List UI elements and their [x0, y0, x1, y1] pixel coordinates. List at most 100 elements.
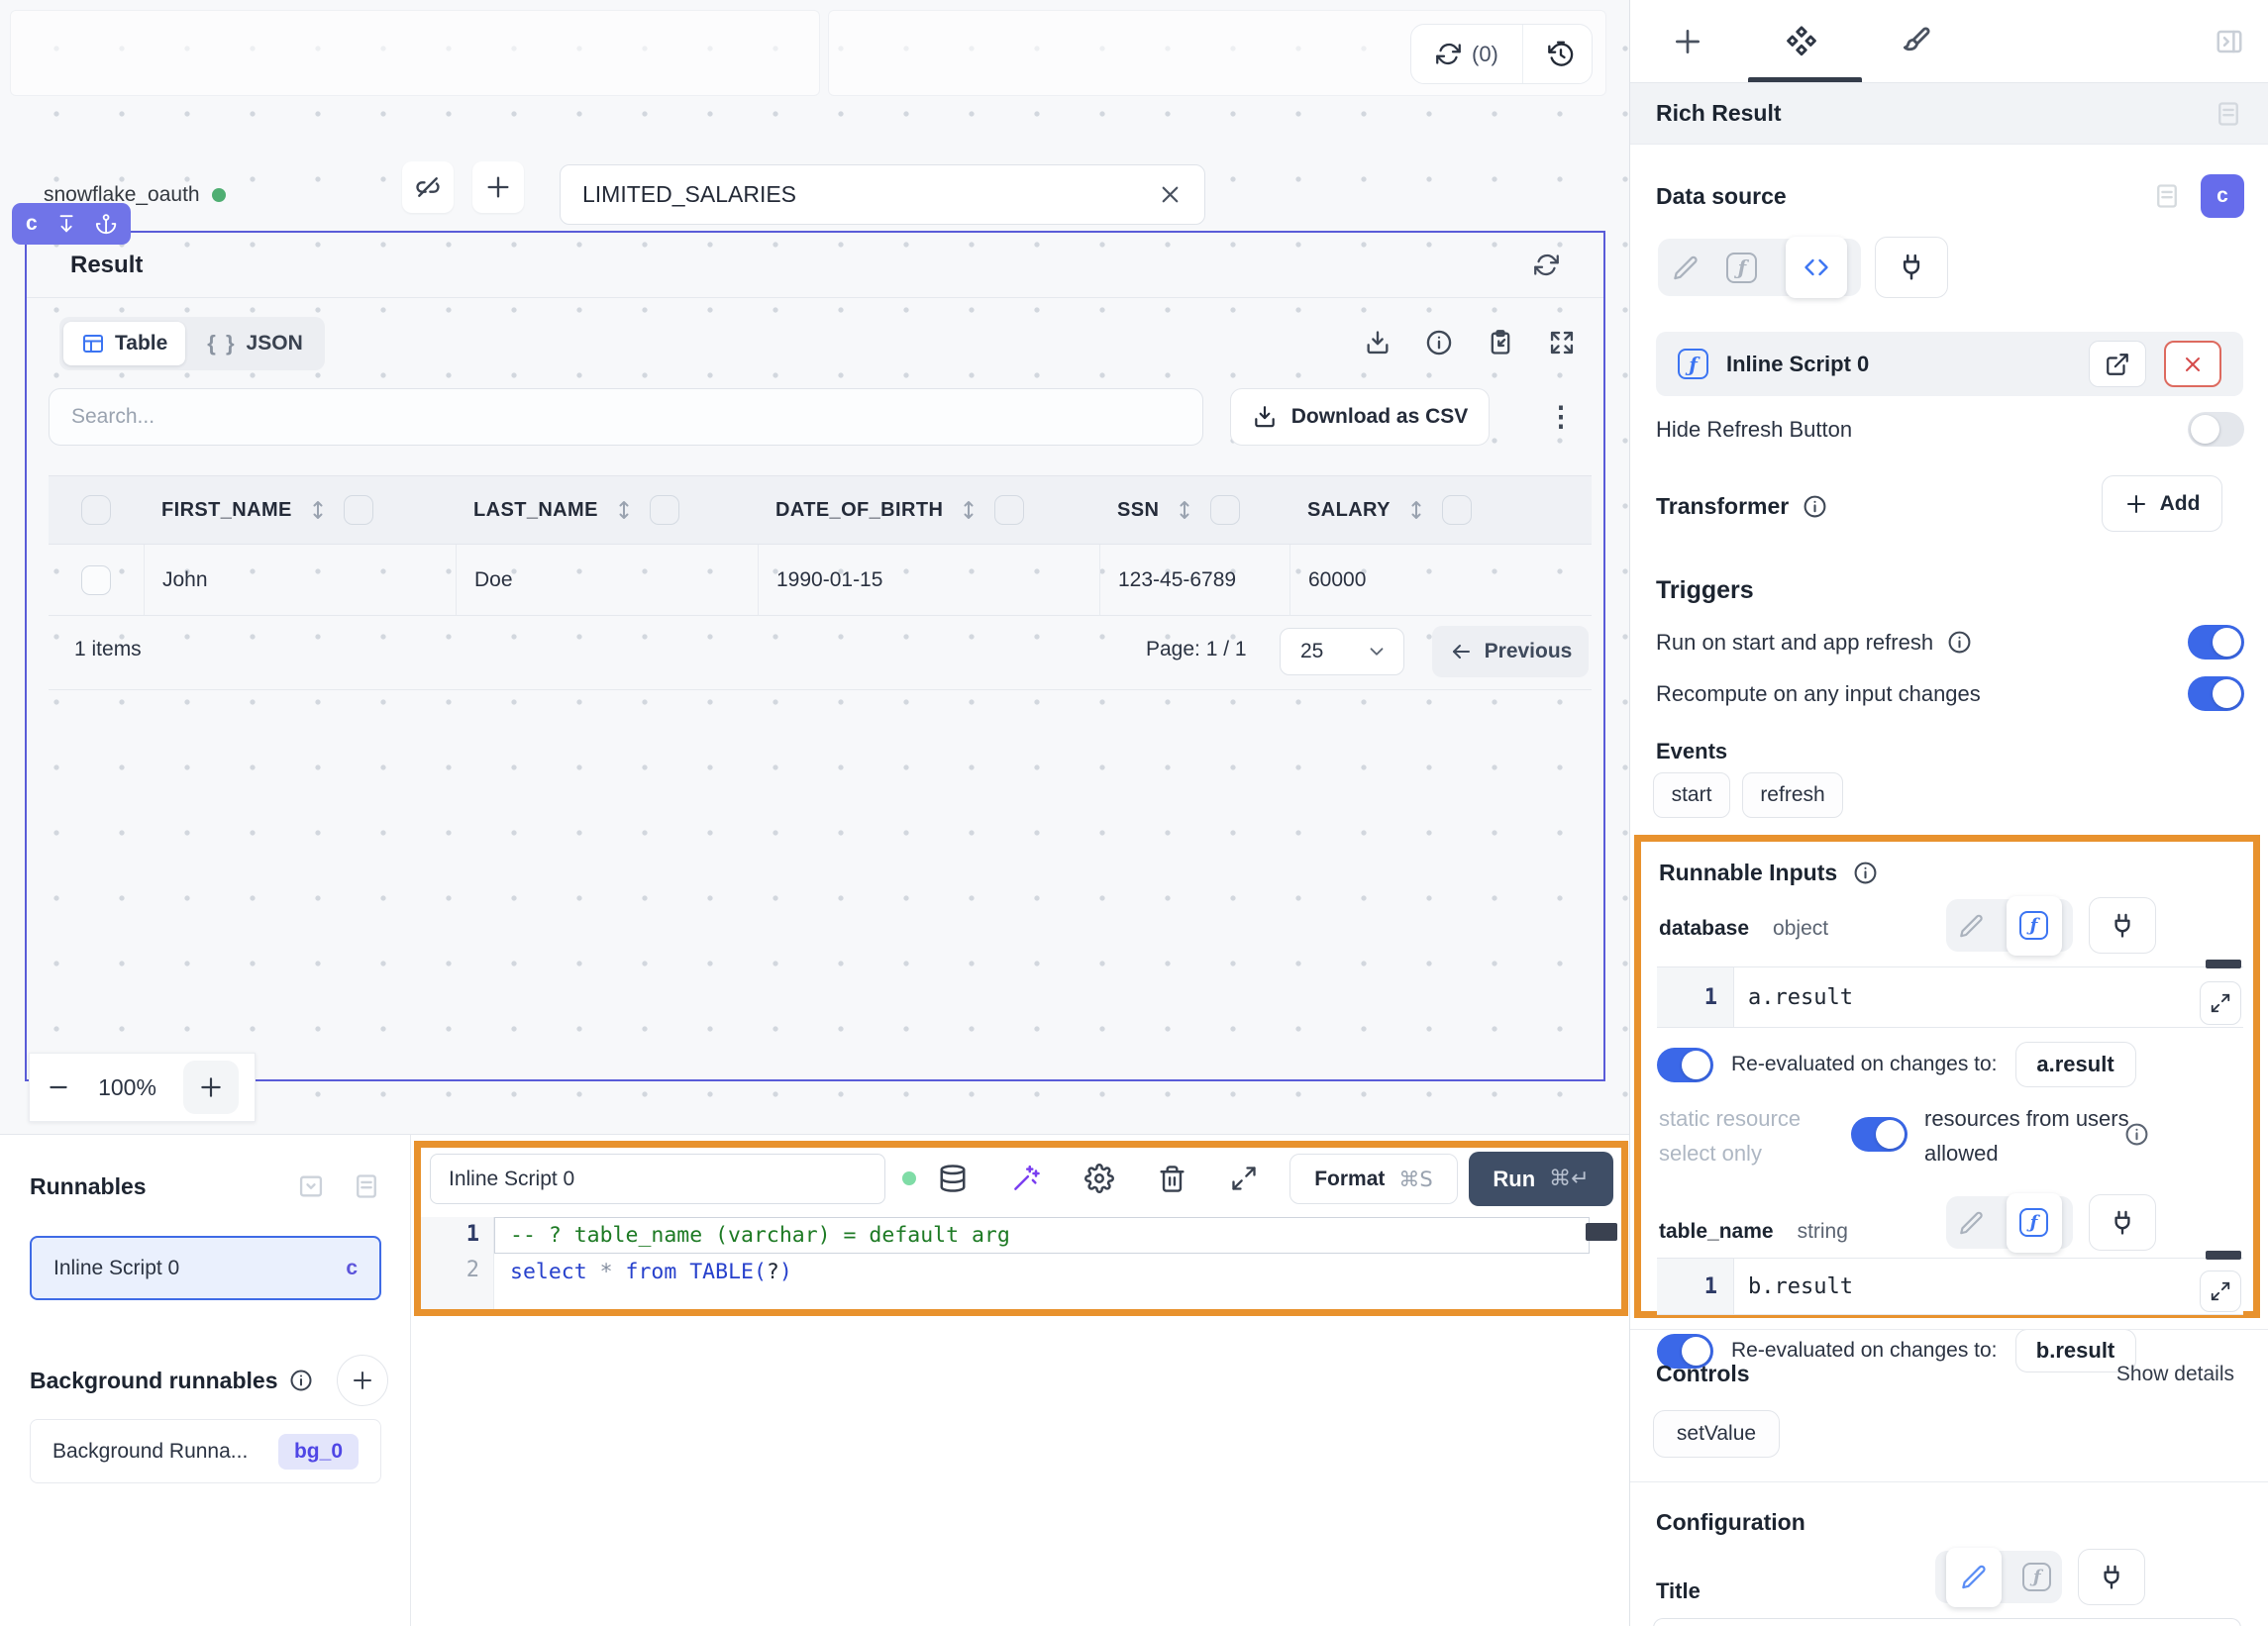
- dependency-pill[interactable]: a.result: [2015, 1042, 2136, 1087]
- eval-mode-fx-icon[interactable]: ƒ: [2007, 896, 2062, 956]
- column-header-salary[interactable]: SALARY: [1289, 475, 1592, 545]
- open-script-button[interactable]: [2089, 341, 2146, 387]
- code-line-2[interactable]: select * from TABLE(?): [510, 1254, 792, 1289]
- zoom-in-button[interactable]: [183, 1061, 239, 1114]
- scrollbar-thumb[interactable]: [2206, 960, 2241, 968]
- anchor-icon[interactable]: [95, 212, 117, 236]
- eval-mode-code-icon[interactable]: [1786, 237, 1847, 298]
- expand-expression-button[interactable]: [2200, 981, 2241, 1025]
- column-header-date-of-birth[interactable]: DATE_OF_BIRTH: [758, 475, 1099, 545]
- column-toggle[interactable]: [344, 495, 373, 525]
- table-name-input[interactable]: [560, 164, 1205, 225]
- detach-script-button[interactable]: [2164, 341, 2221, 387]
- event-refresh-pill[interactable]: refresh: [1742, 772, 1843, 818]
- eval-mode-fx-icon[interactable]: ƒ: [2007, 1193, 2062, 1253]
- app-canvas[interactable]: (0) snowflake_oauth Result: [0, 0, 1629, 1134]
- previous-page-button[interactable]: Previous: [1432, 626, 1589, 677]
- resources-from-users-toggle[interactable]: [1851, 1117, 1907, 1152]
- collapse-panel-icon[interactable]: [297, 1172, 325, 1200]
- database-connect-button[interactable]: [2089, 897, 2156, 954]
- database-icon[interactable]: [938, 1164, 968, 1193]
- column-toggle[interactable]: [1442, 495, 1472, 525]
- info-icon[interactable]: [2124, 1122, 2149, 1147]
- expand-editor-icon[interactable]: [1230, 1165, 1258, 1192]
- run-on-start-toggle[interactable]: [2188, 625, 2244, 660]
- tab-component-settings[interactable]: [1744, 0, 1858, 82]
- column-toggle[interactable]: [1210, 495, 1240, 525]
- template-mode-icon[interactable]: ƒ: [1726, 253, 1757, 283]
- rich-result-component[interactable]: Result Table { } JSON: [25, 231, 1605, 1081]
- title-value-input[interactable]: [1653, 1618, 2241, 1626]
- refresh-runnables-button[interactable]: (0): [1411, 25, 1522, 83]
- doc-icon[interactable]: [2153, 182, 2181, 210]
- column-header-last-name[interactable]: LAST_NAME: [456, 475, 758, 545]
- info-icon[interactable]: [1947, 630, 1972, 655]
- settings-gear-icon[interactable]: [1084, 1164, 1114, 1193]
- static-mode-pencil-icon[interactable]: [1958, 913, 1984, 939]
- ai-wand-icon[interactable]: [1011, 1164, 1041, 1193]
- zoom-out-icon[interactable]: [46, 1074, 71, 1100]
- delete-script-icon[interactable]: [1158, 1165, 1186, 1193]
- hide-refresh-toggle[interactable]: [2188, 412, 2244, 447]
- info-icon[interactable]: [289, 1369, 313, 1392]
- reeval-toggle[interactable]: [1657, 1048, 1713, 1082]
- unlink-button[interactable]: [402, 161, 454, 213]
- table-row[interactable]: John Doe 1990-01-15 123-45-6789 60000: [49, 545, 1592, 616]
- doc-icon[interactable]: [2215, 100, 2242, 128]
- column-header-ssn[interactable]: SSN: [1099, 475, 1289, 545]
- column-toggle[interactable]: [650, 495, 679, 525]
- result-refresh-icon[interactable]: [1533, 252, 1560, 278]
- canvas-placeholder-a[interactable]: [10, 10, 820, 96]
- tab-styling[interactable]: [1858, 0, 1972, 82]
- row-checkbox[interactable]: [81, 565, 111, 595]
- event-start-pill[interactable]: start: [1653, 772, 1730, 818]
- column-header-first-name[interactable]: FIRST_NAME: [144, 475, 456, 545]
- table-name-connect-button[interactable]: [2089, 1194, 2156, 1251]
- code-line-1[interactable]: -- ? table_name (varchar) = default arg: [510, 1217, 1010, 1253]
- recompute-toggle[interactable]: [2188, 676, 2244, 711]
- title-connect-button[interactable]: [2078, 1549, 2145, 1605]
- connect-mode-button[interactable]: [1875, 237, 1948, 298]
- add-component-button[interactable]: [472, 161, 524, 213]
- collapse-sidebar-icon[interactable]: [2215, 27, 2244, 56]
- docs-icon[interactable]: [353, 1172, 380, 1200]
- table-search-input[interactable]: [49, 388, 1203, 446]
- clear-input-icon[interactable]: [1157, 181, 1184, 208]
- fullscreen-icon[interactable]: [1548, 329, 1576, 356]
- column-toggle[interactable]: [994, 495, 1024, 525]
- history-button[interactable]: [1522, 25, 1598, 83]
- editor-scrollbar-thumb[interactable]: [1586, 1223, 1617, 1241]
- download-csv-button[interactable]: Download as CSV: [1230, 388, 1490, 446]
- static-mode-pencil-icon[interactable]: [1946, 1548, 2002, 1607]
- info-icon[interactable]: [1853, 861, 1878, 885]
- format-button[interactable]: Format ⌘S: [1289, 1154, 1458, 1204]
- static-mode-pencil-icon[interactable]: [1958, 1210, 1984, 1236]
- table-name-expression-editor[interactable]: 1 b.result: [1657, 1258, 2243, 1315]
- sort-icon[interactable]: [957, 498, 980, 522]
- tab-table[interactable]: Table: [63, 322, 185, 365]
- eval-mode-fx-icon[interactable]: ƒ: [2022, 1563, 2051, 1591]
- page-size-select[interactable]: 25: [1280, 628, 1404, 675]
- info-icon[interactable]: [1425, 329, 1453, 356]
- expand-expression-button[interactable]: [2200, 1270, 2241, 1312]
- script-name-input[interactable]: [430, 1154, 885, 1204]
- table-menu-kebab[interactable]: ⋮: [1547, 403, 1575, 431]
- tab-json[interactable]: { } JSON: [189, 322, 320, 365]
- database-expression-editor[interactable]: 1 a.result: [1657, 966, 2243, 1028]
- data-source-script-row[interactable]: ƒ Inline Script 0: [1656, 332, 2243, 396]
- sort-icon[interactable]: [612, 498, 636, 522]
- select-all-checkbox[interactable]: [81, 495, 111, 525]
- copy-result-icon[interactable]: [1487, 329, 1514, 356]
- move-below-icon[interactable]: [55, 212, 77, 236]
- runnable-item-background-0[interactable]: Background Runna... bg_0: [30, 1419, 381, 1483]
- show-details-link[interactable]: Show details: [2116, 1363, 2234, 1386]
- static-mode-pencil-icon[interactable]: [1672, 254, 1699, 281]
- download-icon[interactable]: [1364, 329, 1392, 356]
- add-transformer-button[interactable]: Add: [2102, 475, 2222, 532]
- runnable-item-inline-script-0[interactable]: Inline Script 0 c: [30, 1236, 381, 1300]
- sort-icon[interactable]: [306, 498, 330, 522]
- tab-insert-component[interactable]: [1630, 0, 1744, 82]
- run-button[interactable]: Run ⌘↵: [1469, 1152, 1613, 1206]
- sort-icon[interactable]: [1404, 498, 1428, 522]
- add-background-runnable-button[interactable]: [337, 1355, 388, 1406]
